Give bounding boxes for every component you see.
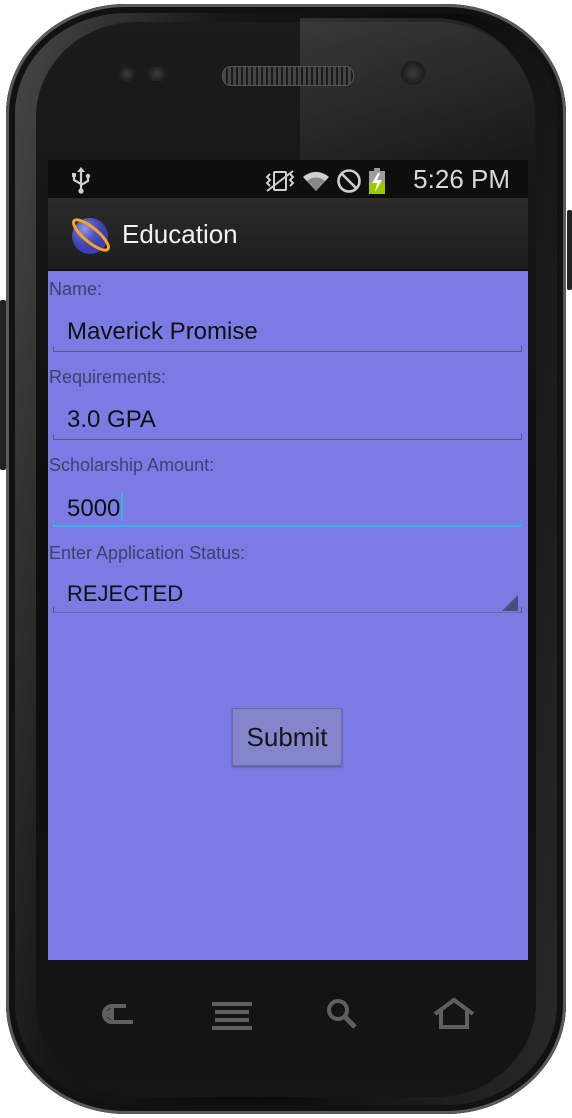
amount-value: 5000: [67, 495, 121, 522]
wifi-icon: [302, 169, 330, 197]
text-cursor: [121, 493, 124, 521]
status-selected-value: REJECTED: [67, 581, 184, 606]
status-bar: 5:26 PM: [48, 160, 528, 199]
proximity-sensor-icon: [118, 66, 136, 82]
volume-button: [0, 300, 6, 470]
name-label: Name:: [49, 279, 103, 299]
menu-icon[interactable]: [212, 996, 252, 1036]
amount-field[interactable]: 5000: [53, 487, 522, 527]
name-field[interactable]: Maverick Promise: [53, 312, 522, 352]
home-icon[interactable]: [432, 996, 476, 1036]
light-sensor-icon: [145, 67, 169, 81]
battery-charging-icon: [368, 167, 386, 199]
status-spinner-underline: [53, 607, 522, 613]
spinner-arrow-icon: [502, 595, 518, 611]
device-screen: 5:26 PM Education Name: Maverick Promise…: [48, 160, 528, 960]
usb-icon: [70, 166, 92, 198]
name-value: Maverick Promise: [67, 318, 258, 345]
status-time: 5:26 PM: [413, 164, 510, 194]
status-spinner[interactable]: REJECTED: [53, 573, 522, 613]
amount-value-container: 5000: [67, 493, 124, 523]
requirements-label: Requirements:: [49, 367, 167, 387]
requirements-value: 3.0 GPA: [67, 406, 156, 433]
amount-label: Scholarship Amount:: [49, 455, 215, 475]
app-logo-icon[interactable]: [68, 213, 114, 261]
action-bar: Education: [48, 199, 528, 271]
power-button: [567, 210, 572, 290]
requirements-field-underline: [53, 434, 522, 440]
vibrate-icon: [264, 169, 296, 197]
front-camera-icon: [401, 61, 425, 85]
name-field-underline: [53, 346, 522, 352]
back-icon[interactable]: [100, 996, 138, 1036]
requirements-field[interactable]: 3.0 GPA: [53, 400, 522, 440]
earpiece: [222, 66, 354, 86]
status-label: Enter Application Status:: [49, 543, 246, 563]
amount-field-underline: [53, 520, 522, 527]
no-signal-icon: [336, 168, 362, 198]
submit-button[interactable]: Submit: [232, 708, 342, 766]
search-icon[interactable]: [326, 996, 358, 1036]
app-title: Education: [122, 219, 238, 249]
